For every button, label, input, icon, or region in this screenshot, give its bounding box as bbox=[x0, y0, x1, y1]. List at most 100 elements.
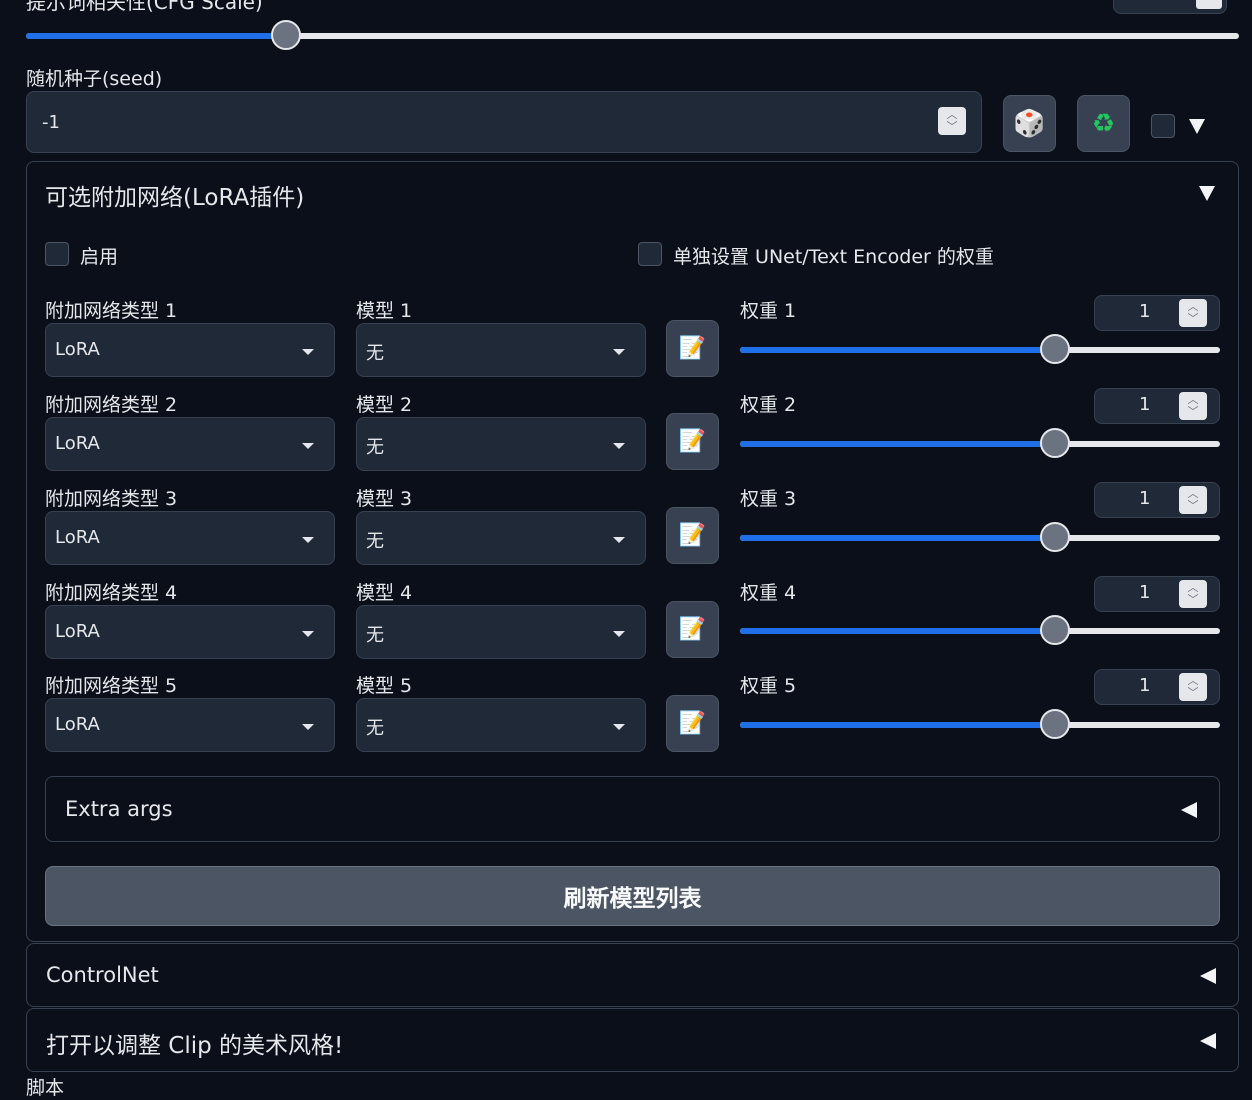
memo-icon: 📝 bbox=[678, 711, 707, 736]
cfg-slider-thumb[interactable] bbox=[270, 20, 301, 50]
extra-args-label: Extra args bbox=[65, 797, 173, 821]
weight-slider[interactable] bbox=[740, 428, 1220, 458]
extra-seed-toggle-icon[interactable] bbox=[1189, 119, 1205, 134]
chevron-down-icon bbox=[613, 349, 625, 355]
weight-label: 权重 1 bbox=[740, 300, 797, 322]
seed-input[interactable]: -1 ︿ ﹀ bbox=[26, 91, 982, 153]
weight-slider[interactable] bbox=[740, 522, 1220, 552]
weight-number-input[interactable]: 1 ︿ ﹀ bbox=[1094, 295, 1220, 331]
model-dropdown[interactable]: 无 bbox=[356, 323, 646, 377]
weight-value: 1 bbox=[1139, 301, 1151, 322]
weight-slider-thumb[interactable] bbox=[1039, 522, 1070, 552]
lora-panel-title[interactable]: 可选附加网络(LoRA插件) bbox=[45, 178, 304, 212]
enable-label: 启用 bbox=[80, 246, 119, 268]
clip-style-label: 打开以调整 Clip 的美术风格! bbox=[46, 1033, 344, 1059]
model-value: 无 bbox=[366, 531, 384, 552]
extra-args-accordion[interactable]: Extra args bbox=[45, 776, 1220, 842]
controlnet-label: ControlNet bbox=[46, 963, 159, 987]
weight-slider-thumb[interactable] bbox=[1039, 428, 1070, 458]
model-label: 模型 2 bbox=[356, 394, 413, 416]
memo-icon: 📝 bbox=[678, 617, 707, 642]
weight-number-input[interactable]: 1 ︿ ﹀ bbox=[1094, 669, 1220, 705]
weight-slider-fill bbox=[740, 441, 1055, 447]
edit-model-button[interactable]: 📝 bbox=[666, 695, 719, 752]
model-dropdown[interactable]: 无 bbox=[356, 605, 646, 659]
chevron-down-icon bbox=[302, 349, 314, 355]
weight-slider-thumb[interactable] bbox=[1039, 334, 1070, 364]
clip-style-accordion[interactable]: 打开以调整 Clip 的美术风格! bbox=[26, 1008, 1239, 1072]
weight-slider[interactable] bbox=[740, 334, 1220, 364]
network-type-value: LoRA bbox=[55, 714, 100, 735]
chevron-down-icon bbox=[302, 724, 314, 730]
chevron-down-icon bbox=[613, 631, 625, 637]
network-type-label: 附加网络类型 4 bbox=[45, 582, 178, 604]
weight-spinner[interactable]: ︿ ﹀ bbox=[1179, 673, 1207, 701]
cfg-slider[interactable] bbox=[26, 20, 1239, 50]
weight-slider[interactable] bbox=[740, 709, 1220, 739]
weight-spinner[interactable]: ︿ ﹀ bbox=[1179, 392, 1207, 420]
separate-weight-checkbox[interactable] bbox=[638, 242, 662, 266]
memo-icon: 📝 bbox=[678, 523, 707, 548]
chevron-down-icon bbox=[613, 724, 625, 730]
lora-collapse-icon[interactable] bbox=[1199, 186, 1215, 201]
weight-label: 权重 3 bbox=[740, 488, 797, 510]
reuse-seed-button[interactable]: ♻ bbox=[1077, 95, 1130, 152]
network-type-value: LoRA bbox=[55, 433, 100, 454]
seed-label: 随机种子(seed) bbox=[26, 68, 163, 90]
cfg-label: 提示词相关性(CFG Scale) bbox=[26, 0, 263, 14]
network-type-dropdown[interactable]: LoRA bbox=[45, 417, 335, 471]
model-value: 无 bbox=[366, 343, 384, 364]
chevron-down-icon bbox=[613, 537, 625, 543]
weight-spinner[interactable]: ︿ ﹀ bbox=[1179, 580, 1207, 608]
network-type-value: LoRA bbox=[55, 339, 100, 360]
cfg-number-input[interactable]: 7 bbox=[1113, 0, 1227, 14]
refresh-models-button[interactable]: 刷新模型列表 bbox=[45, 866, 1220, 926]
weight-slider-fill bbox=[740, 347, 1055, 353]
network-type-dropdown[interactable]: LoRA bbox=[45, 605, 335, 659]
model-label: 模型 1 bbox=[356, 300, 413, 322]
memo-icon: 📝 bbox=[678, 336, 707, 361]
edit-model-button[interactable]: 📝 bbox=[666, 601, 719, 658]
network-type-dropdown[interactable]: LoRA bbox=[45, 323, 335, 377]
random-seed-button[interactable]: 🎲 bbox=[1003, 95, 1056, 152]
model-dropdown[interactable]: 无 bbox=[356, 417, 646, 471]
weight-label: 权重 2 bbox=[740, 394, 797, 416]
cfg-value: 7 bbox=[1166, 0, 1176, 4]
controlnet-accordion[interactable]: ControlNet bbox=[26, 943, 1239, 1007]
model-dropdown[interactable]: 无 bbox=[356, 698, 646, 752]
weight-spinner[interactable]: ︿ ﹀ bbox=[1179, 299, 1207, 327]
network-type-label: 附加网络类型 5 bbox=[45, 675, 178, 697]
network-type-dropdown[interactable]: LoRA bbox=[45, 511, 335, 565]
separate-weight-label: 单独设置 UNet/Text Encoder 的权重 bbox=[673, 246, 994, 268]
expand-icon bbox=[1200, 1033, 1216, 1049]
network-type-label: 附加网络类型 3 bbox=[45, 488, 178, 510]
model-label: 模型 5 bbox=[356, 675, 413, 697]
expand-icon bbox=[1181, 802, 1197, 818]
edit-model-button[interactable]: 📝 bbox=[666, 320, 719, 377]
weight-slider[interactable] bbox=[740, 615, 1220, 645]
edit-model-button[interactable]: 📝 bbox=[666, 507, 719, 564]
weight-slider-fill bbox=[740, 628, 1055, 634]
model-dropdown[interactable]: 无 bbox=[356, 511, 646, 565]
weight-number-input[interactable]: 1 ︿ ﹀ bbox=[1094, 482, 1220, 518]
weight-slider-thumb[interactable] bbox=[1039, 615, 1070, 645]
weight-number-input[interactable]: 1 ︿ ﹀ bbox=[1094, 388, 1220, 424]
weight-slider-thumb[interactable] bbox=[1039, 709, 1070, 739]
extra-seed-checkbox[interactable] bbox=[1151, 114, 1175, 138]
weight-number-input[interactable]: 1 ︿ ﹀ bbox=[1094, 576, 1220, 612]
weight-value: 1 bbox=[1139, 488, 1151, 509]
edit-model-button[interactable]: 📝 bbox=[666, 413, 719, 470]
expand-icon bbox=[1200, 968, 1216, 984]
seed-spinner[interactable]: ︿ ﹀ bbox=[938, 107, 966, 135]
network-type-dropdown[interactable]: LoRA bbox=[45, 698, 335, 752]
enable-checkbox[interactable] bbox=[45, 242, 69, 266]
weight-spinner[interactable]: ︿ ﹀ bbox=[1179, 486, 1207, 514]
cfg-spinner[interactable] bbox=[1196, 0, 1222, 9]
model-value: 无 bbox=[366, 437, 384, 458]
chevron-down-icon bbox=[302, 443, 314, 449]
chevron-down-icon bbox=[302, 631, 314, 637]
cfg-slider-fill bbox=[26, 33, 286, 39]
weight-label: 权重 4 bbox=[740, 582, 797, 604]
memo-icon: 📝 bbox=[678, 429, 707, 454]
model-value: 无 bbox=[366, 718, 384, 739]
